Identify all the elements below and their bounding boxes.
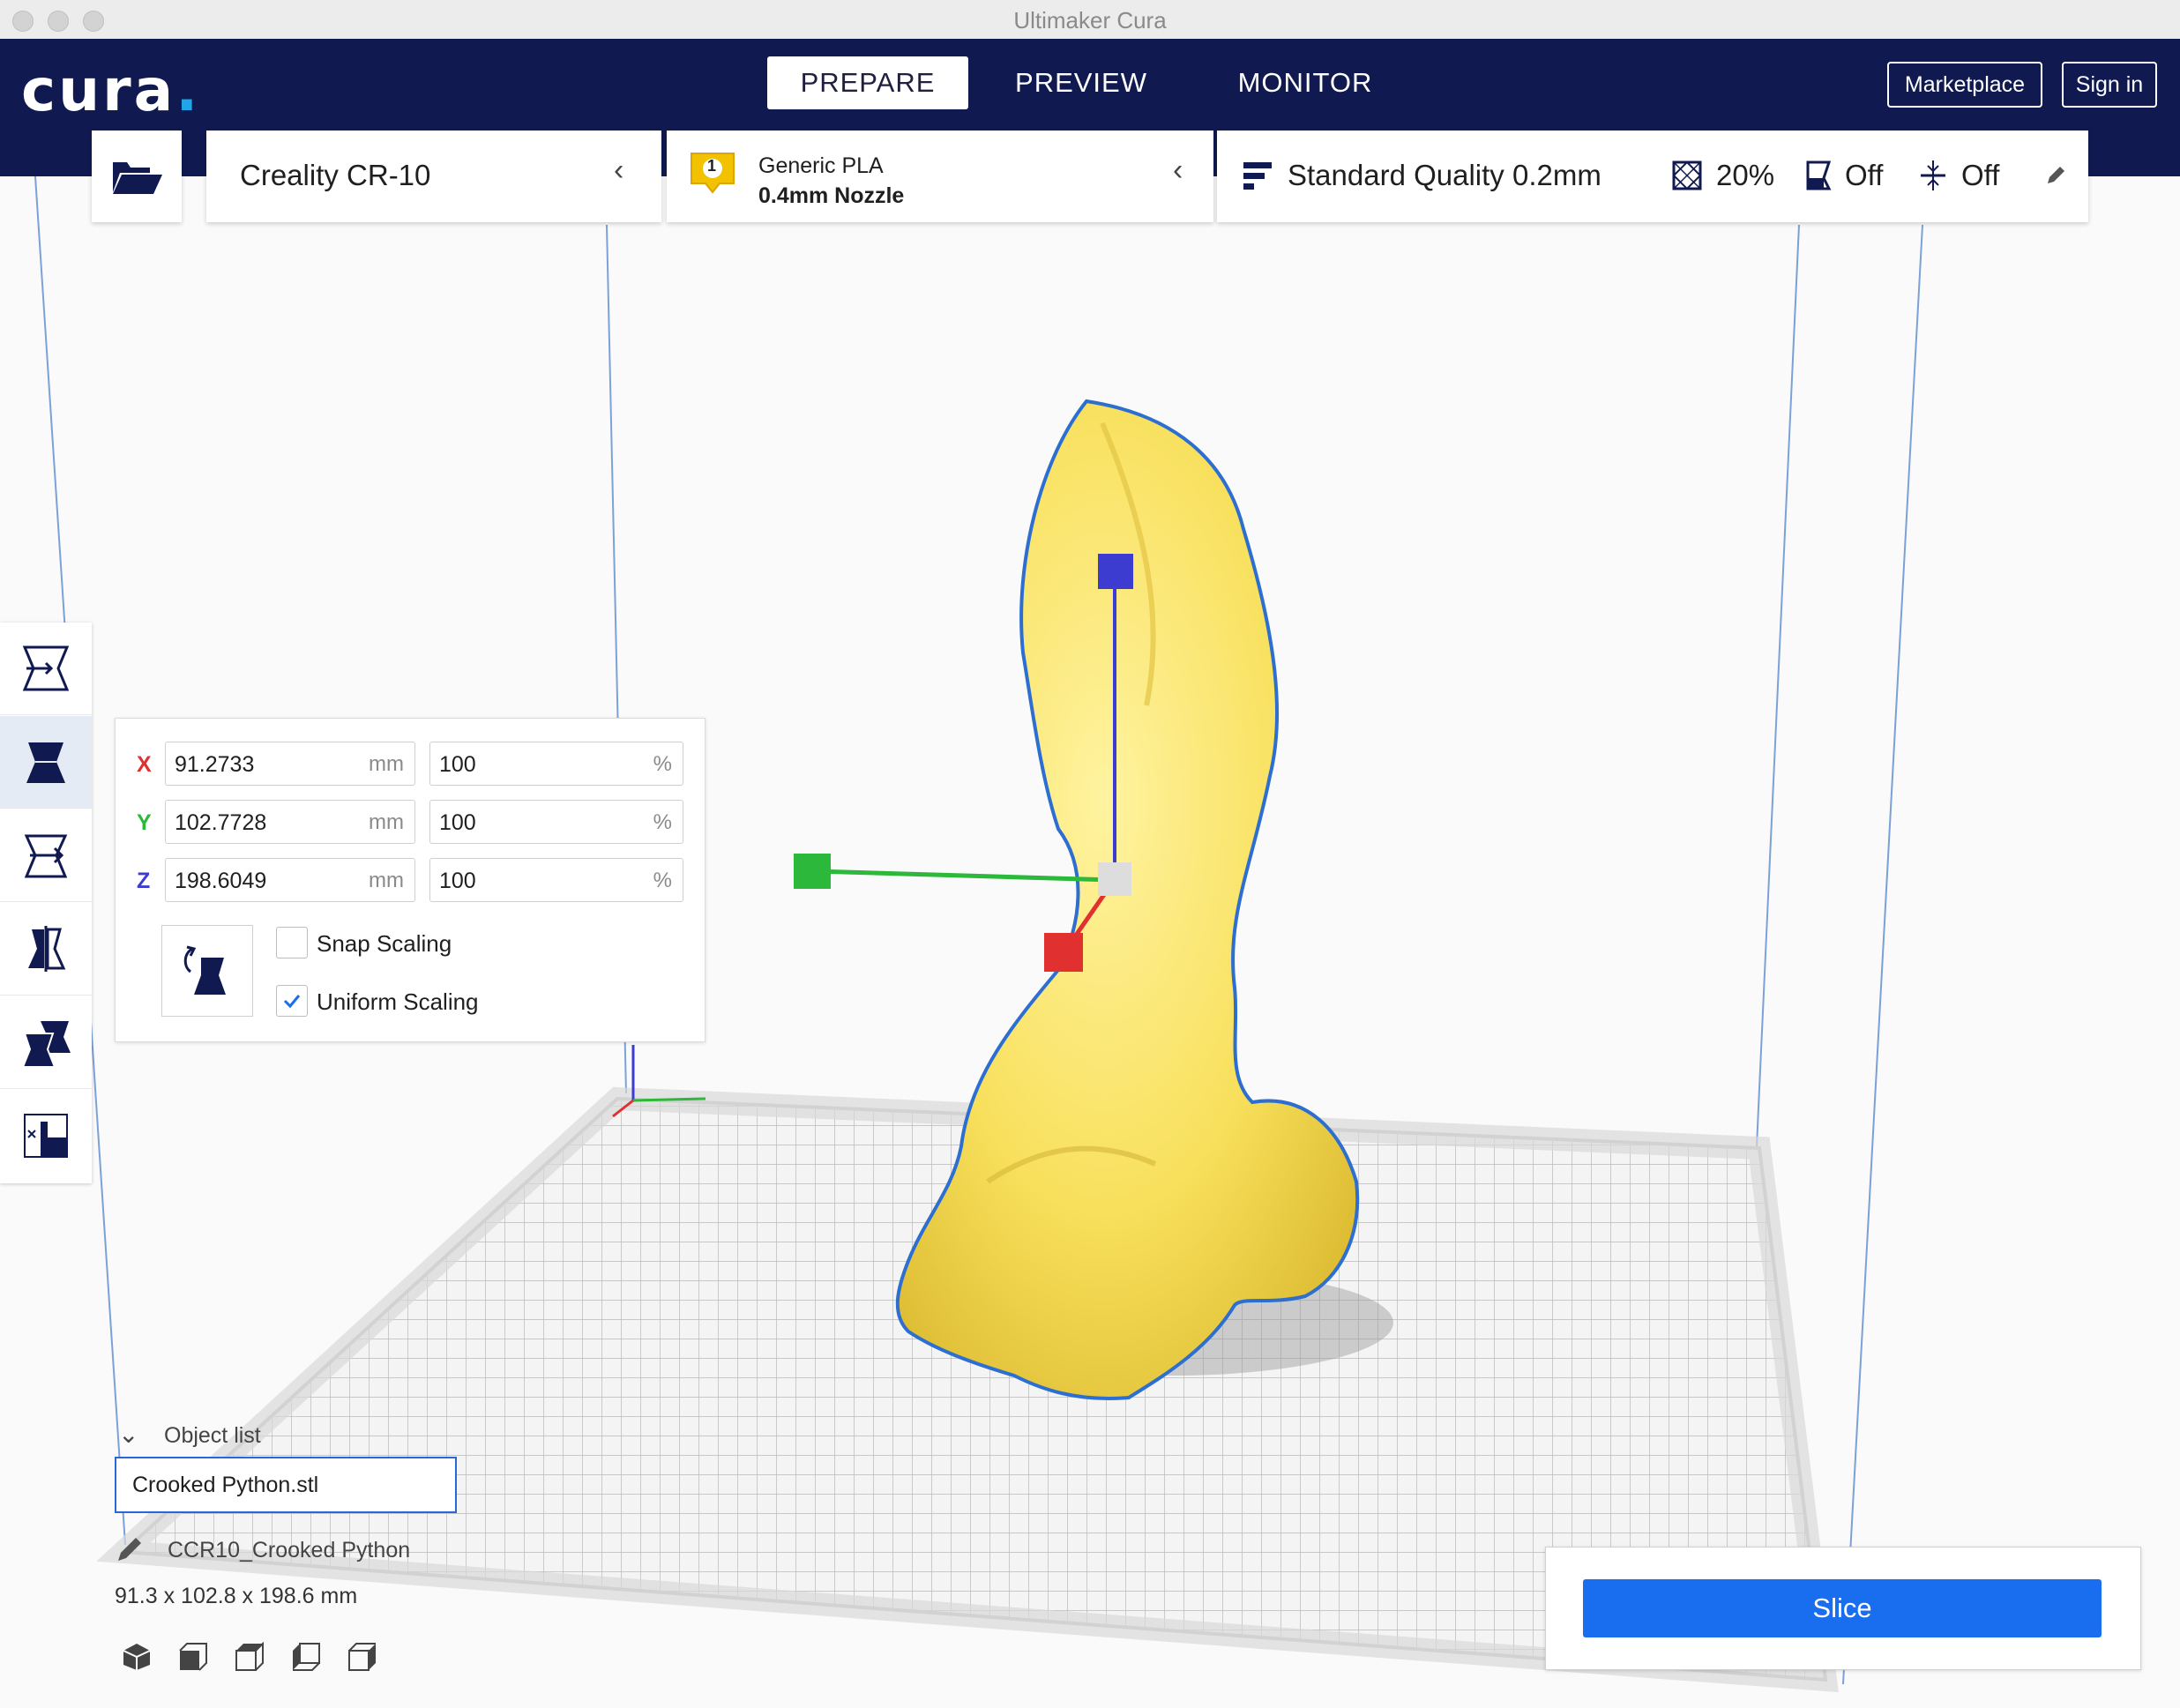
move-tool-button[interactable] bbox=[0, 623, 92, 715]
machine-selector[interactable]: Creality CR-10 ‹ bbox=[206, 131, 661, 222]
slice-panel: Slice bbox=[1545, 1547, 2141, 1670]
adhesion-icon bbox=[1921, 160, 1945, 190]
z-size-unit: mm bbox=[369, 869, 404, 892]
per-model-settings-icon bbox=[21, 1021, 71, 1068]
x-size-unit: mm bbox=[369, 752, 404, 776]
right-view-icon[interactable] bbox=[347, 1642, 377, 1672]
x-percent-unit: % bbox=[653, 752, 672, 776]
chevron-left-icon: ‹ bbox=[1173, 153, 1183, 187]
object-list-item[interactable]: Crooked Python.stl bbox=[115, 1457, 457, 1513]
uniform-scaling-checkbox[interactable] bbox=[276, 985, 308, 1017]
pencil-edit-icon[interactable] bbox=[2044, 164, 2067, 187]
adhesion-value: Off bbox=[1961, 159, 2000, 191]
x-axis-label: X bbox=[137, 752, 152, 777]
y-size-unit: mm bbox=[369, 810, 404, 834]
quality-profile-icon bbox=[1243, 162, 1272, 190]
sign-in-button[interactable]: Sign in bbox=[2062, 62, 2157, 108]
z-percent-input[interactable]: 100 % bbox=[429, 858, 683, 902]
left-view-icon[interactable] bbox=[291, 1642, 321, 1672]
chevron-down-icon[interactable]: ⌄ bbox=[118, 1420, 138, 1449]
material-selector[interactable]: 1 Generic PLA 0.4mm Nozzle ‹ bbox=[667, 131, 1213, 222]
mirror-tool-button[interactable] bbox=[0, 903, 92, 996]
infill-value: 20% bbox=[1716, 159, 1775, 191]
slice-button[interactable]: Slice bbox=[1583, 1579, 2102, 1637]
z-percent-unit: % bbox=[653, 869, 672, 892]
y-size-value: 102.7728 bbox=[175, 810, 267, 835]
y-percent-value: 100 bbox=[439, 810, 476, 835]
material-name: Generic PLA bbox=[758, 153, 884, 178]
support-value: Off bbox=[1845, 159, 1884, 191]
marketplace-button[interactable]: Marketplace bbox=[1887, 62, 2042, 108]
extruder-number: 1 bbox=[707, 157, 717, 175]
support-icon bbox=[1806, 160, 1832, 190]
y-percent-input[interactable]: 100 % bbox=[429, 800, 683, 844]
z-size-input[interactable]: 198.6049 mm bbox=[165, 858, 415, 902]
tool-sidebar bbox=[0, 623, 92, 1183]
reset-scale-icon bbox=[183, 945, 226, 995]
y-size-input[interactable]: 102.7728 mm bbox=[165, 800, 415, 844]
scale-tool-button[interactable] bbox=[0, 716, 92, 809]
y-percent-unit: % bbox=[653, 810, 672, 834]
x-size-input[interactable]: 91.2733 mm bbox=[165, 742, 415, 786]
reset-scale-button[interactable] bbox=[161, 925, 253, 1017]
window-titlebar: Ultimaker Cura bbox=[0, 0, 2180, 40]
3d-view-icon[interactable] bbox=[122, 1642, 152, 1672]
folder-open-icon bbox=[113, 162, 162, 194]
tab-monitor[interactable]: MONITOR bbox=[1205, 56, 1406, 109]
checkmark-icon bbox=[283, 995, 301, 1009]
infill-icon bbox=[1672, 160, 1702, 190]
snap-scaling-checkbox[interactable] bbox=[276, 927, 308, 958]
move-tool-icon bbox=[22, 645, 70, 691]
cura-logo: cura. bbox=[21, 56, 200, 124]
object-list-header[interactable]: Object list bbox=[164, 1423, 261, 1449]
support-blocker-button[interactable] bbox=[0, 1090, 92, 1182]
z-axis-label: Z bbox=[137, 869, 151, 893]
uniform-scaling-label: Uniform Scaling bbox=[317, 988, 479, 1015]
x-size-value: 91.2733 bbox=[175, 752, 255, 777]
scale-panel: X 91.2733 mm 100 % Y 102.7728 mm 100 % Z… bbox=[115, 718, 706, 1042]
print-settings-selector[interactable]: Standard Quality 0.2mm 20% Off Off bbox=[1217, 131, 2088, 222]
tab-prepare[interactable]: PREPARE bbox=[767, 56, 968, 109]
rotate-tool-icon bbox=[24, 834, 68, 878]
chevron-left-icon: ‹ bbox=[614, 153, 624, 187]
z-size-value: 198.6049 bbox=[175, 869, 267, 893]
x-percent-value: 100 bbox=[439, 752, 476, 777]
job-name[interactable]: CCR10_Crooked Python bbox=[168, 1538, 410, 1563]
y-axis-label: Y bbox=[137, 810, 152, 835]
tab-preview[interactable]: PREVIEW bbox=[981, 56, 1182, 109]
object-list-item-name: Crooked Python.stl bbox=[132, 1473, 319, 1497]
nozzle-size: 0.4mm Nozzle bbox=[758, 183, 905, 208]
open-file-button[interactable] bbox=[92, 131, 182, 222]
pencil-icon[interactable] bbox=[115, 1534, 145, 1564]
per-model-settings-button[interactable] bbox=[0, 996, 92, 1089]
front-view-icon[interactable] bbox=[178, 1642, 208, 1672]
logo-dot: . bbox=[175, 56, 201, 124]
support-blocker-icon bbox=[24, 1114, 68, 1158]
scale-tool-icon bbox=[26, 742, 65, 783]
x-percent-input[interactable]: 100 % bbox=[429, 742, 683, 786]
mirror-tool-icon bbox=[28, 926, 66, 972]
logo-text: cura bbox=[21, 56, 176, 124]
quality-profile-label: Standard Quality 0.2mm bbox=[1288, 159, 1601, 191]
z-percent-value: 100 bbox=[439, 869, 476, 893]
window-title: Ultimaker Cura bbox=[1013, 7, 1167, 34]
machine-name: Creality CR-10 bbox=[240, 159, 431, 191]
snap-scaling-label: Snap Scaling bbox=[317, 930, 452, 957]
rotate-tool-button[interactable] bbox=[0, 809, 92, 902]
model-dimensions: 91.3 x 102.8 x 198.6 mm bbox=[115, 1584, 358, 1608]
top-view-icon[interactable] bbox=[235, 1642, 265, 1672]
